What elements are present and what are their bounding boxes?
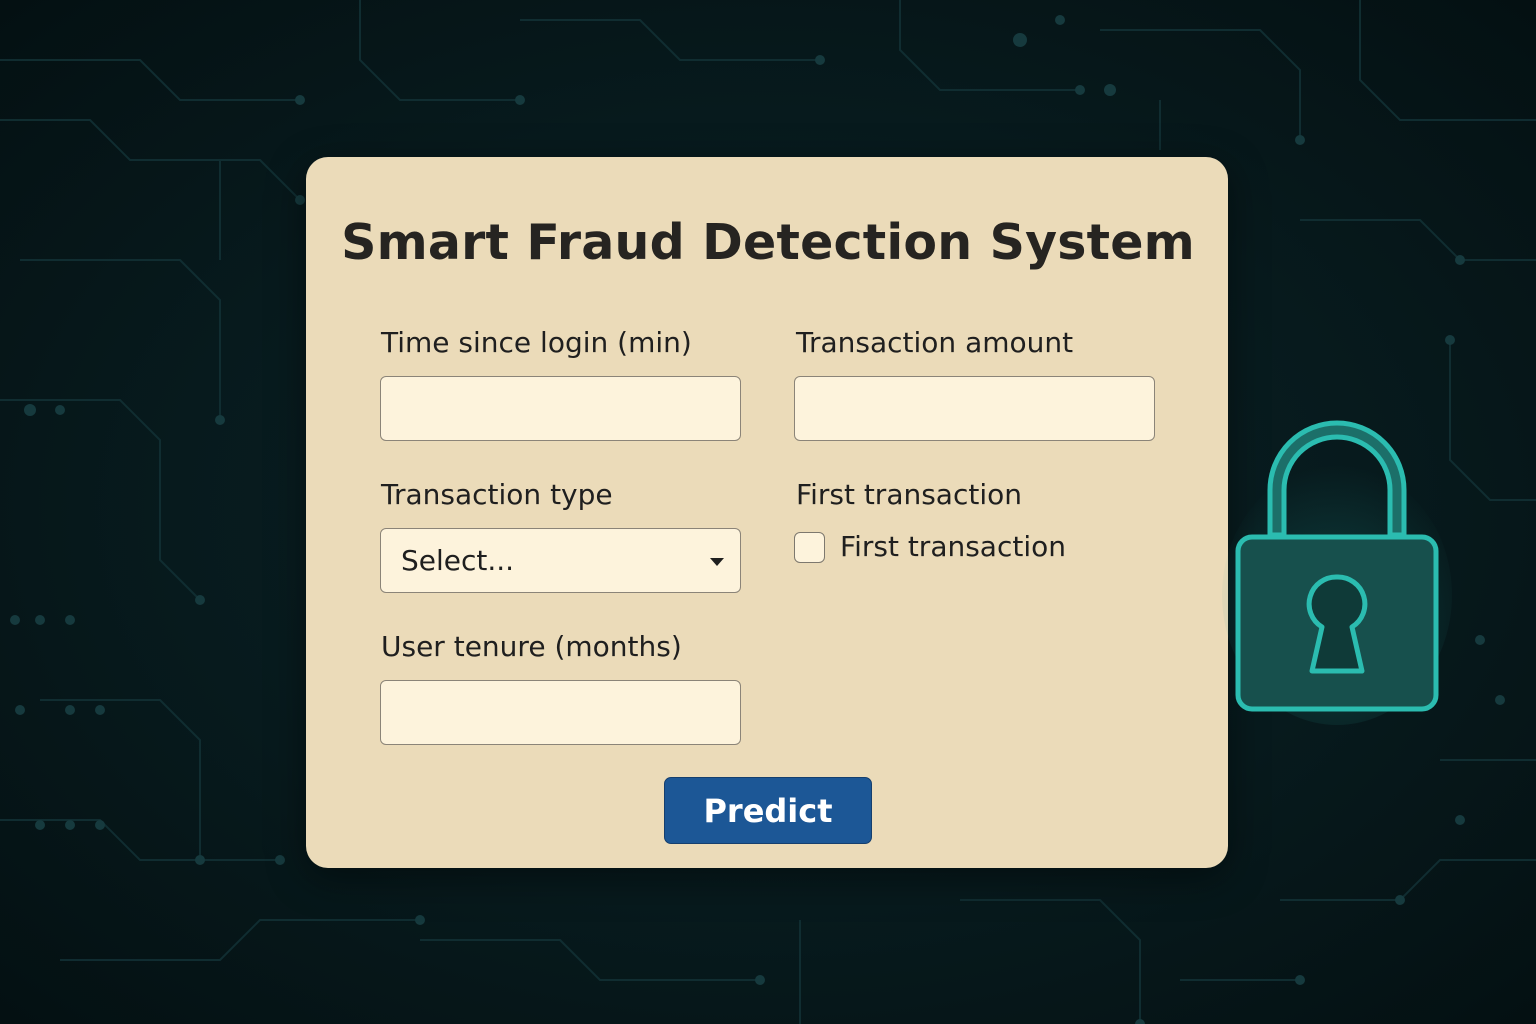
user-tenure-input[interactable] [380, 680, 741, 745]
transaction-type-selected-value: Select... [401, 544, 515, 577]
page-title: Smart Fraud Detection System [341, 214, 1195, 271]
first-transaction-checkbox-label[interactable]: First transaction [840, 530, 1066, 563]
first-transaction-checkbox[interactable] [794, 532, 825, 563]
time-since-login-input[interactable] [380, 376, 741, 441]
transaction-amount-input[interactable] [794, 376, 1155, 441]
padlock-icon [1222, 395, 1452, 729]
transaction-type-label: Transaction type [381, 478, 613, 511]
transaction-amount-label: Transaction amount [796, 326, 1074, 359]
predict-button[interactable]: Predict [664, 777, 872, 844]
chevron-down-icon [710, 558, 724, 566]
first-transaction-label: First transaction [796, 478, 1022, 511]
time-since-login-label: Time since login (min) [381, 326, 692, 359]
user-tenure-label: User tenure (months) [381, 630, 682, 663]
transaction-type-select[interactable]: Select... [380, 528, 741, 593]
